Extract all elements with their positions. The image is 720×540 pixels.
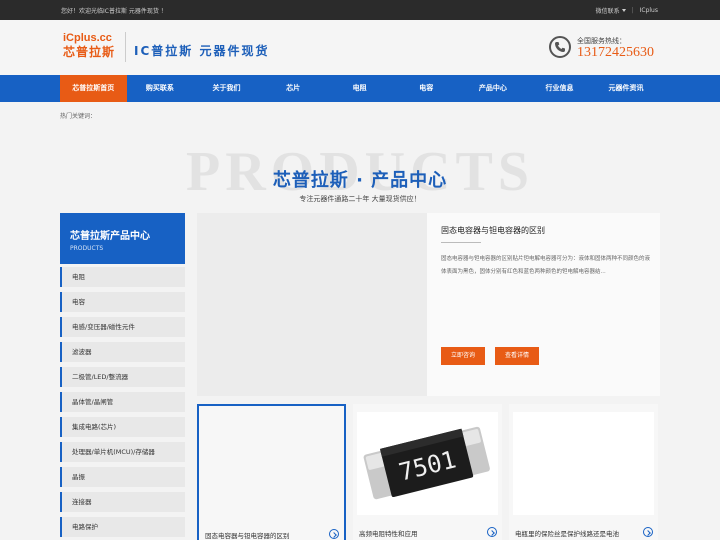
arrow-right-icon[interactable] [329,529,339,539]
sidebar-subtitle: PRODUCTS [70,245,104,252]
featured-product: 固态电容器与钽电容器的区别 固态电容器与钽电容器的区别贴片钽电解电容器可分为：液… [197,213,660,396]
product-sidebar: 芯普拉斯产品中心 PRODUCTS 电阻 电容 电感/变压器/磁性元件 滤波器 … [60,213,185,540]
featured-description: 固态电容器与钽电容器的区别贴片钽电解电容器可分为：液体和固体两种不同颜色的液体表… [441,256,651,275]
logo-divider [125,32,126,62]
wechat-link[interactable]: 微信联系 [596,6,626,15]
sidebar-header: 芯普拉斯产品中心 PRODUCTS [60,213,185,264]
nav-item-industry[interactable]: 行业信息 [526,75,593,102]
welcome-text: 您好！欢迎光临IC普拉斯 元器件现货 ！ [61,8,167,15]
featured-image[interactable] [197,213,427,396]
category-item[interactable]: 连接器 [60,492,185,512]
nav-item-resistors[interactable]: 电阻 [326,75,393,102]
chevron-down-icon [621,9,626,12]
category-item[interactable]: 晶体管/晶闸管 [60,392,185,412]
product-thumbnail [201,412,342,515]
nav-list: 芯普拉斯首页 购买联系 关于我们 芯片 电阻 电容 产品中心 行业信息 元器件资… [60,75,659,102]
brand-link[interactable]: ICplus [640,7,658,14]
consult-button[interactable]: 立即咨询 [441,347,486,365]
view-details-button[interactable]: 查看详情 [495,347,540,365]
product-card[interactable]: 电瓶里的保险丝是保护线路还是电池 [509,404,658,540]
resistor-chip-image: 7501 [363,426,490,500]
wechat-label: 微信联系 [595,8,620,15]
category-item[interactable]: 集成电路(芯片) [60,417,185,437]
logo-en: iCplus.cc [63,32,112,44]
sidebar-title: 芯普拉斯产品中心 [70,231,150,242]
category-item[interactable]: 二极管/LED/整流器 [60,367,185,387]
nav-item-contact[interactable]: 购买联系 [127,75,194,102]
divider [441,242,481,243]
category-item[interactable]: 滤波器 [60,342,185,362]
category-item[interactable]: 电容 [60,292,185,312]
arrow-right-icon[interactable] [643,527,653,537]
top-links: 微信联系 | ICplus [596,6,658,15]
nav-item-products[interactable]: 产品中心 [460,75,527,102]
product-card[interactable]: 固态电容器与钽电容器的区别 [197,404,346,540]
product-thumbnail: 7501 [357,412,498,515]
featured-body: 固态电容器与钽电容器的区别 固态电容器与钽电容器的区别贴片钽电解电容器可分为：液… [427,213,660,396]
nav-item-capacitors[interactable]: 电容 [393,75,460,102]
main-nav: 芯普拉斯首页 购买联系 关于我们 芯片 电阻 电容 产品中心 行业信息 元器件资… [0,75,720,102]
phone-icon [549,36,571,58]
category-item[interactable]: 电阻 [60,267,185,287]
hot-keywords-label: 热门关键词： [60,113,97,120]
divider: | [631,7,634,14]
nav-item-home[interactable]: 芯普拉斯首页 [60,75,127,102]
product-caption[interactable]: 高频电阻特性和应用 [359,528,485,538]
nav-item-news[interactable]: 元器件资讯 [593,75,660,102]
category-item[interactable]: 处理器/单片机(MCU)/存储器 [60,442,185,462]
product-thumbnail [513,412,654,515]
logo-cn: 芯普拉斯 [63,45,116,59]
category-item[interactable]: 电路保护 [60,517,185,537]
product-caption[interactable]: 电瓶里的保险丝是保护线路还是电池 [515,528,641,538]
nav-item-about[interactable]: 关于我们 [193,75,260,102]
category-item[interactable]: 电感/变压器/磁性元件 [60,317,185,337]
product-caption[interactable]: 固态电容器与钽电容器的区别 [205,530,331,540]
product-card[interactable]: 7501 高频电阻特性和应用 [353,404,502,540]
top-bar: 您好！欢迎光临IC普拉斯 元器件现货 ！ 微信联系 | ICplus [0,0,720,20]
phone-number: 13172425630 [577,45,654,60]
arrow-right-icon[interactable] [487,527,497,537]
logo[interactable]: iCplus.cc 芯普拉斯 [63,32,121,59]
nav-item-chips[interactable]: 芯片 [260,75,327,102]
hero-subtitle: 专注元器件通路二十年 大量现货供应！ [299,195,421,203]
category-list: 电阻 电容 电感/变压器/磁性元件 滤波器 二极管/LED/整流器 晶体管/晶闸… [60,267,185,537]
slogan: IC普拉斯 元器件现货 [134,44,270,58]
category-item[interactable]: 晶振 [60,467,185,487]
featured-title[interactable]: 固态电容器与钽电容器的区别 [441,225,545,236]
hero-title: 芯普拉斯 · 产品中心 [272,170,448,191]
site-header: iCplus.cc 芯普拉斯 IC普拉斯 元器件现货 全国服务热线： 13172… [0,20,720,75]
